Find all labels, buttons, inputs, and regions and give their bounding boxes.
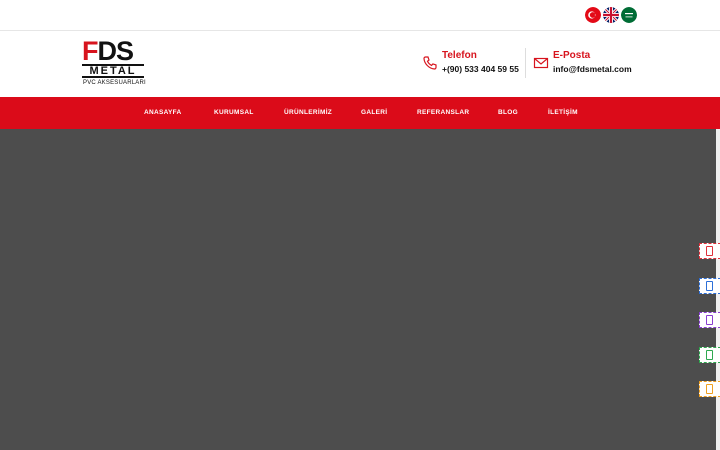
turkey-flag-icon[interactable] — [585, 7, 601, 23]
saudi-flag-icon[interactable] — [621, 7, 637, 23]
nav-item-kurumsal[interactable]: KURUMSAL — [214, 97, 254, 129]
side-button-icon — [706, 350, 713, 360]
top-bar — [0, 0, 720, 31]
email-title: E-Posta — [553, 50, 591, 61]
contact-phone[interactable]: Telefon +(90) 533 404 59 55 — [422, 50, 522, 80]
logo-tagline: PVC AKSESUARLARI — [83, 80, 146, 86]
side-button-icon — [706, 246, 713, 256]
hero-slider[interactable] — [0, 129, 716, 450]
main-nav: ANASAYFA KURUMSAL ÜRÜNLERİMİZ GALERİ REF… — [0, 97, 720, 129]
nav-item-blog[interactable]: BLOG — [498, 97, 518, 129]
phone-value[interactable]: +(90) 533 404 59 55 — [442, 64, 519, 74]
phone-title: Telefon — [442, 50, 477, 61]
side-button-icon — [706, 384, 713, 394]
side-button-2[interactable] — [699, 278, 720, 294]
site-logo[interactable]: FDS METAL PVC AKSESUARLARI — [82, 36, 146, 88]
logo-wordmark: FDS — [82, 36, 134, 66]
contact-email[interactable]: E-Posta info@fdsmetal.com — [533, 50, 643, 80]
side-button-icon — [706, 281, 713, 291]
side-button-4[interactable] — [699, 347, 720, 363]
nav-item-anasayfa[interactable]: ANASAYFA — [144, 97, 182, 129]
uk-flag-icon[interactable] — [603, 7, 619, 23]
side-button-1[interactable] — [699, 243, 720, 259]
nav-item-iletisim[interactable]: İLETİŞİM — [548, 97, 578, 129]
email-value[interactable]: info@fdsmetal.com — [553, 64, 632, 74]
logo-metal: METAL — [82, 64, 144, 78]
nav-item-urunlerimiz[interactable]: ÜRÜNLERİMİZ — [284, 97, 332, 129]
language-switcher — [585, 7, 637, 23]
nav-item-galeri[interactable]: GALERİ — [361, 97, 387, 129]
site-header: FDS METAL PVC AKSESUARLARI Telefon +(90)… — [0, 31, 720, 97]
side-button-icon — [706, 315, 713, 325]
side-button-3[interactable] — [699, 312, 720, 328]
contact-divider — [525, 48, 526, 78]
nav-item-referanslar[interactable]: REFERANSLAR — [417, 97, 469, 129]
side-button-5[interactable] — [699, 381, 720, 397]
mail-icon — [533, 57, 549, 69]
phone-icon — [423, 56, 437, 70]
